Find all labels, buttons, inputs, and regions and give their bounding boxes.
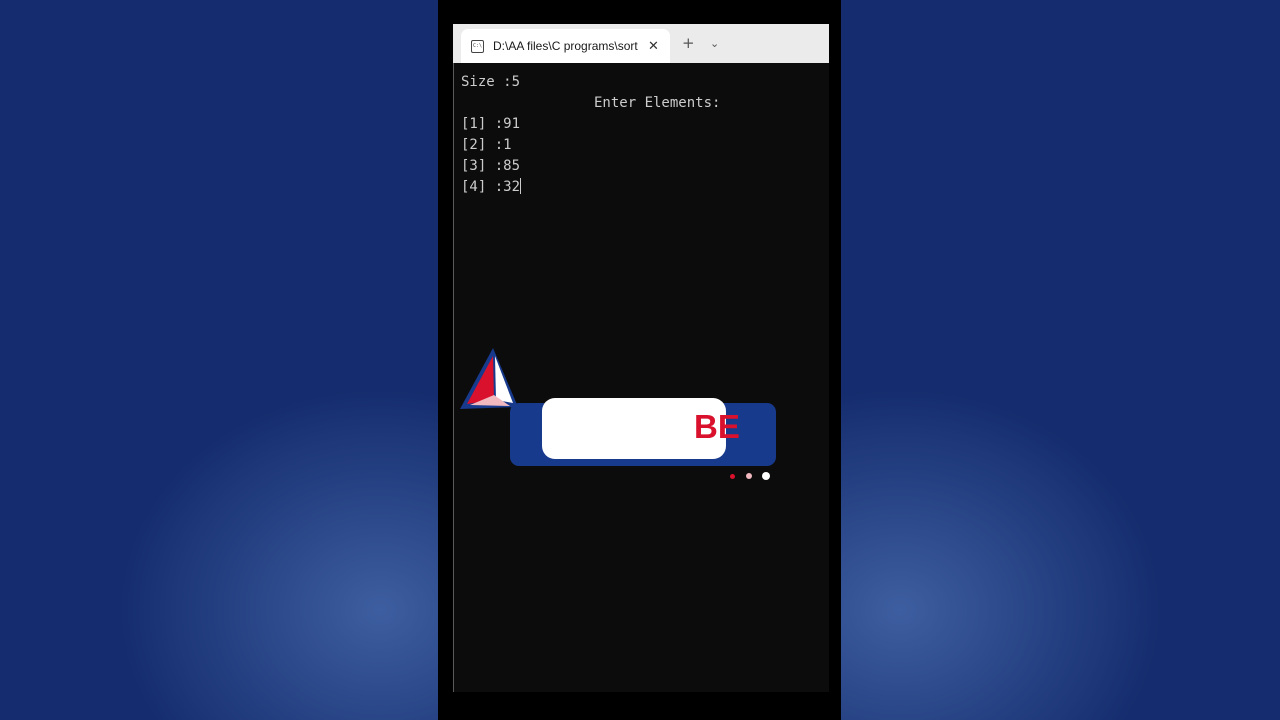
tab-bar: C:\ D:\AA files\C programs\sorte ✕ + ⌄ xyxy=(453,24,829,63)
dot-icon xyxy=(730,474,735,479)
current-input: [4] :32 xyxy=(461,179,521,195)
window-border xyxy=(453,63,454,692)
overlay-text: BE xyxy=(694,408,740,445)
text-cursor xyxy=(520,178,522,194)
plus-icon[interactable]: + xyxy=(682,36,695,51)
prompt-line: Enter Elements: xyxy=(594,95,721,111)
terminal-output[interactable]: Size :5 Enter Elements: [1] :91 [2] :1 [… xyxy=(461,72,821,198)
entry-line: [3] :85 xyxy=(461,158,521,174)
channel-logo-overlay: BE xyxy=(458,345,788,485)
close-icon[interactable]: ✕ xyxy=(648,40,659,53)
chevron-down-icon[interactable]: ⌄ xyxy=(710,36,719,51)
dot-icon xyxy=(762,472,770,480)
entry-line: [2] :1 xyxy=(461,137,512,153)
entry-line-current: [4] :32 xyxy=(461,177,821,198)
terminal-tab[interactable]: C:\ D:\AA files\C programs\sorte ✕ xyxy=(461,29,670,63)
entry-line: [1] :91 xyxy=(461,116,521,132)
terminal-icon: C:\ xyxy=(471,39,484,53)
tab-title: D:\AA files\C programs\sorte xyxy=(493,39,638,53)
size-line: Size :5 xyxy=(461,74,521,90)
dot-icon xyxy=(746,473,752,479)
